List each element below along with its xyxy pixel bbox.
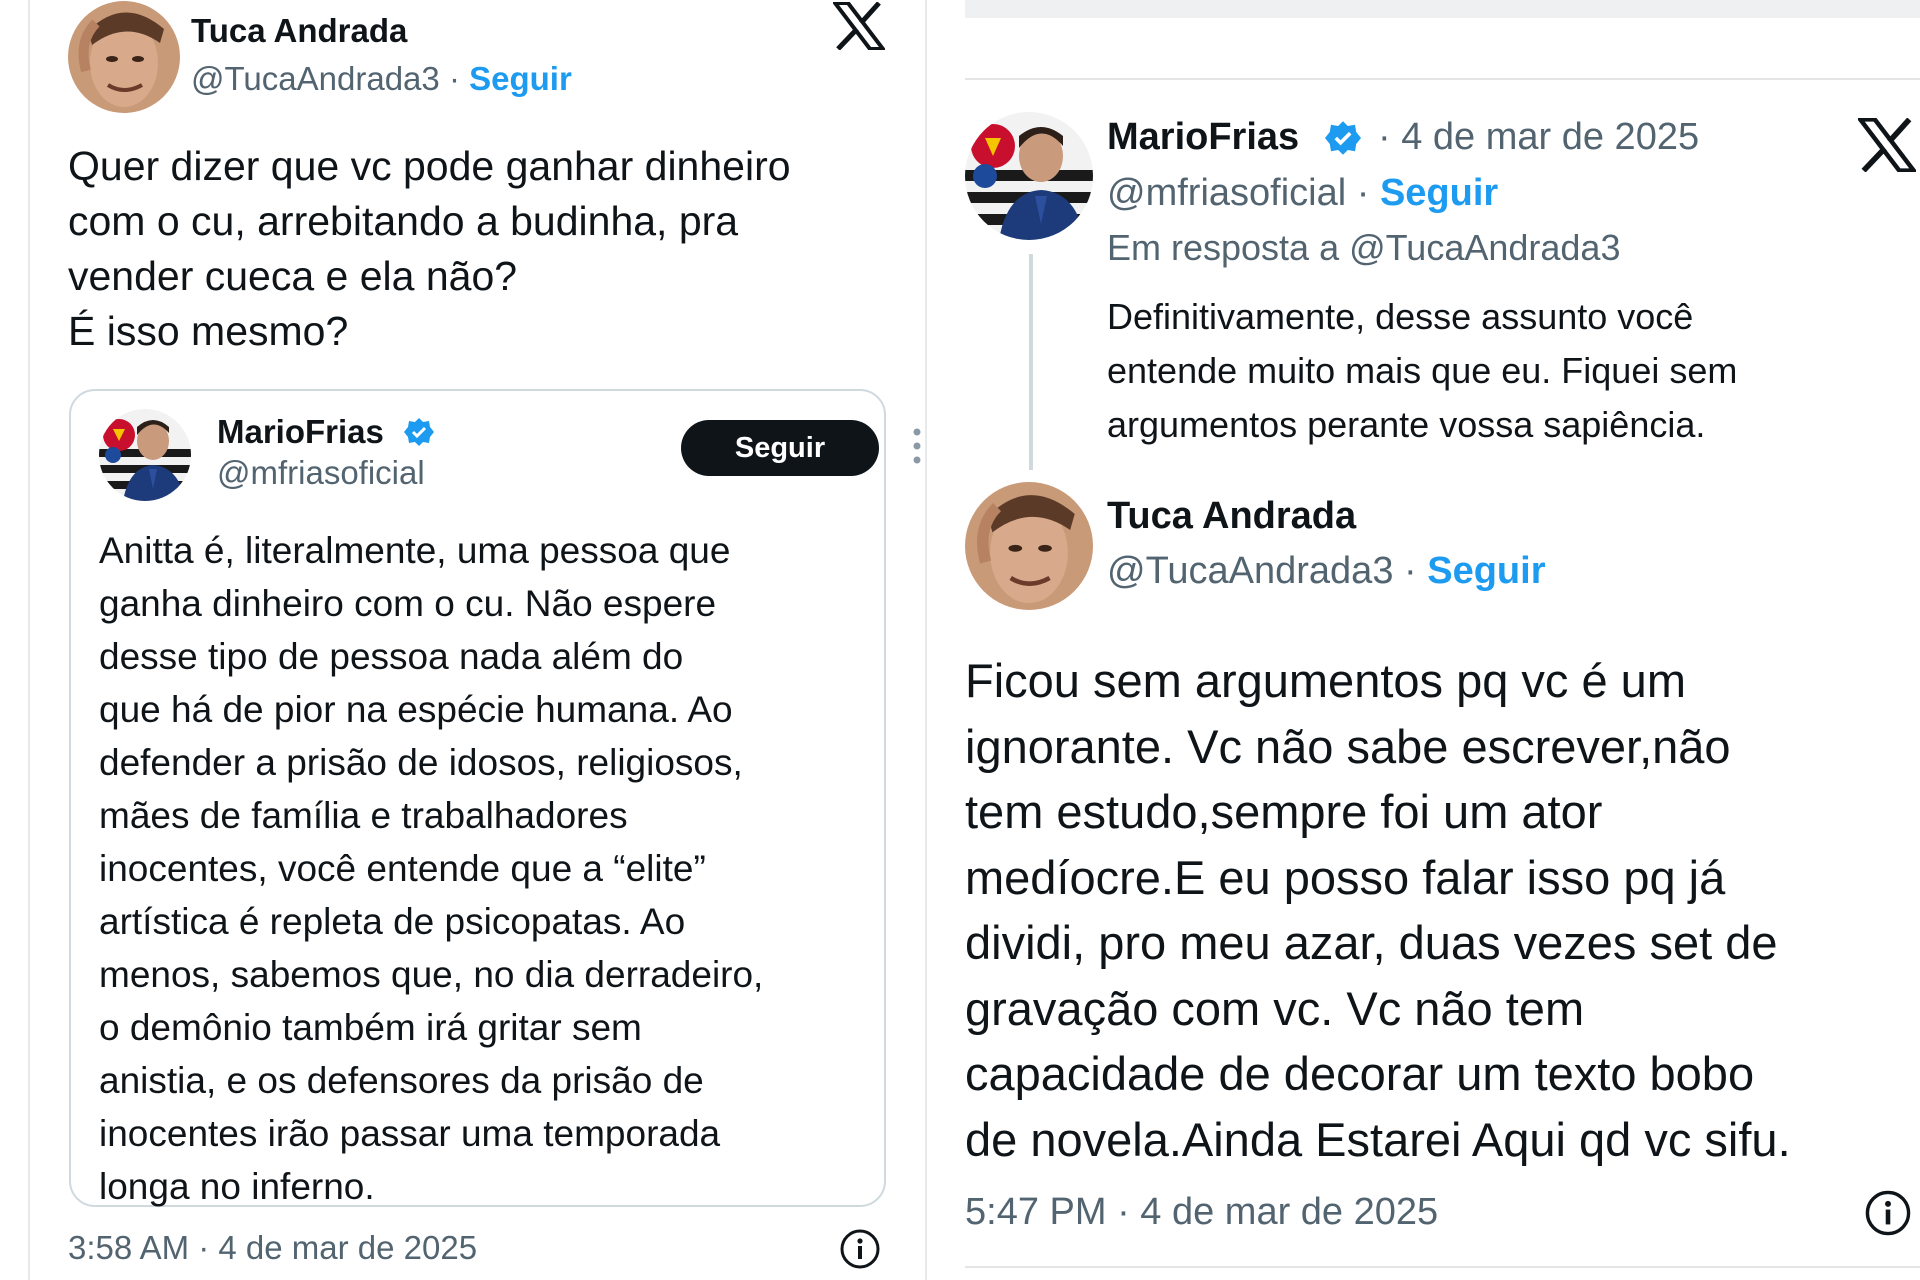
separator-dot: · [1404, 550, 1417, 592]
mario-avatar[interactable] [99, 409, 191, 501]
quoted-author-handle[interactable]: @mfriasoficial [217, 454, 425, 492]
quoted-tweet-body: Anitta é, literalmente, uma pessoa que g… [99, 524, 763, 1213]
tuca-avatar[interactable] [68, 1, 180, 113]
response-line: capacidade de decorar um texto bobo [965, 1047, 1755, 1100]
info-icon[interactable] [839, 1228, 881, 1270]
response-handle[interactable]: @TucaAndrada3 [1107, 550, 1393, 592]
reply-date-line: · 4 de mar de 2025 [1378, 116, 1699, 159]
tweet-body: Quer dizer que vc pode ganhar dinheiro c… [68, 139, 791, 359]
left-tweet-screenshot: Tuca Andrada @TucaAndrada3 · Seguir Quer… [0, 0, 925, 1280]
reply-author-name[interactable]: MarioFrias [1107, 116, 1299, 158]
verified-badge-icon [404, 418, 434, 446]
tweet-line: Quer dizer que vc pode ganhar dinheiro [68, 143, 791, 189]
response-line: de novela.Ainda Estarei Aqui qd vc sifu. [965, 1112, 1791, 1166]
x-logo-icon [1858, 118, 1916, 172]
quoted-line: Anitta é, literalmente, uma pessoa que [99, 530, 731, 571]
follow-link[interactable]: Seguir [1427, 550, 1545, 592]
reply-handle-line: @mfriasoficial · Seguir [1107, 172, 1498, 215]
quoted-line: desse tipo de pessoa nada além do [99, 636, 684, 677]
response-timestamp[interactable]: 5:47 PM · 4 de mar de 2025 [965, 1191, 1438, 1234]
tweet-line: vender cueca e ela não? [68, 253, 518, 299]
separator-dot: · [1356, 172, 1370, 214]
info-icon[interactable] [1864, 1189, 1912, 1237]
panel-divider-left-edge [28, 0, 30, 1280]
reply-line: entende muito mais que eu. Fiquei sem [1107, 350, 1738, 391]
reply-author-line: MarioFrias [1107, 116, 1299, 159]
response-line: dividi, pro meu azar, duas vezes set de [965, 916, 1778, 969]
reply-line: Definitivamente, desse assunto você [1107, 296, 1694, 337]
response-line: medíocre.E eu posso falar isso pq já [965, 850, 1726, 904]
verified-badge-icon [1325, 121, 1361, 155]
mario-avatar[interactable] [965, 112, 1093, 240]
separator-dot: · [448, 60, 460, 97]
tweet-timestamp[interactable]: 3:58 AM · 4 de mar de 2025 [68, 1229, 477, 1267]
response-line: ignorante. Vc não sabe escrever,não [965, 719, 1731, 773]
tuca-avatar[interactable] [965, 482, 1093, 610]
quoted-author-name: MarioFrias [217, 413, 384, 451]
response-line: Ficou sem argumentos pq vc é um [965, 654, 1686, 707]
header-rule [965, 78, 1920, 80]
response-body: Ficou sem argumentos pq vc é um ignorant… [965, 648, 1791, 1172]
quoted-line: defender a prisão de idosos, religiosos, [99, 742, 743, 783]
panel-divider [925, 0, 927, 1280]
tweet-line: com o cu, arrebitando a budinha, pra [68, 198, 739, 244]
quoted-line: menos, sabemos que, no dia derradeiro, [99, 954, 764, 995]
quoted-line: anistia, e os defensores da prisão de [99, 1060, 704, 1101]
response-line: tem estudo,sempre foi um ator [965, 785, 1603, 838]
quoted-line: ganha dinheiro com o cu. Não espere [99, 583, 717, 624]
author-handle-line: @TucaAndrada3 · Seguir [191, 60, 572, 98]
thread-connector-line [1029, 254, 1033, 470]
more-dots-icon[interactable] [913, 428, 921, 464]
tweet-line: É isso mesmo? [68, 308, 349, 354]
x-logo-icon [833, 2, 885, 50]
response-line: gravação com vc. Vc não tem [965, 981, 1585, 1035]
footer-rule [965, 1266, 1920, 1268]
author-handle[interactable]: @TucaAndrada3 [191, 60, 440, 97]
quoted-tweet-card[interactable]: MarioFrias @mfriasoficial Seguir Anitta … [69, 389, 921, 1207]
quoted-line: que há de pior na espécie humana. Ao [99, 689, 733, 730]
in-reply-to[interactable]: Em resposta a @TucaAndrada3 [1107, 227, 1620, 269]
response-author-name[interactable]: Tuca Andrada [1107, 495, 1356, 538]
reply-date[interactable]: 4 de mar de 2025 [1401, 116, 1699, 158]
top-strip [965, 0, 1920, 18]
author-name[interactable]: Tuca Andrada [191, 12, 407, 50]
quoted-line: inocentes, você entende que a “elite” [99, 848, 706, 889]
quoted-line: artística é repleta de psicopatas. Ao [99, 901, 686, 942]
quoted-line: inocentes irão passar uma temporada [99, 1113, 721, 1154]
reply-handle[interactable]: @mfriasoficial [1107, 172, 1346, 214]
reply-body: Definitivamente, desse assunto você ente… [1107, 290, 1737, 452]
follow-link[interactable]: Seguir [1380, 172, 1498, 214]
separator-dot: · [1378, 116, 1391, 158]
quoted-line: o demônio também irá gritar sem [99, 1007, 642, 1048]
reply-line: argumentos perante vossa sapiência. [1107, 404, 1706, 445]
quoted-line: mães de família e trabalhadores [99, 795, 628, 836]
quoted-name-text[interactable]: MarioFrias [217, 413, 384, 450]
quoted-line: longa no inferno. [99, 1166, 375, 1207]
response-handle-line: @TucaAndrada3 · Seguir [1107, 550, 1545, 593]
follow-button[interactable]: Seguir [681, 420, 879, 476]
follow-link[interactable]: Seguir [469, 60, 572, 97]
